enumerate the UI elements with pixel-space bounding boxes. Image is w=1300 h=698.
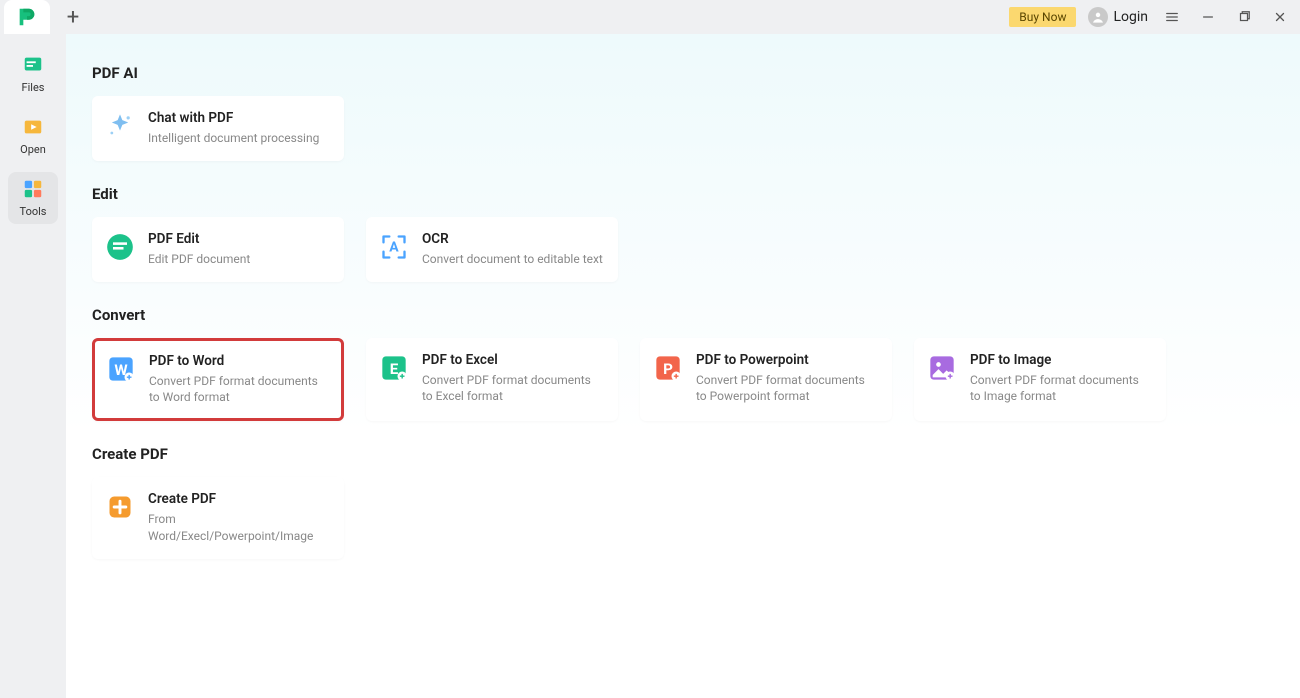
titlebar-right: Buy Now Login [1009, 5, 1292, 29]
row-create: Create PDF From Word/Execl/Powerpoint/Im… [92, 477, 1276, 559]
sidebar-item-label: Files [22, 81, 45, 94]
row-pdf-ai: Chat with PDF Intelligent document proce… [92, 96, 1276, 161]
avatar-icon [1088, 7, 1108, 27]
ocr-icon: A [380, 233, 408, 261]
image-icon [928, 354, 956, 382]
app-logo-icon [16, 6, 38, 28]
card-title: PDF to Image [970, 352, 1152, 368]
section-title-edit: Edit [92, 185, 1276, 203]
svg-text:P: P [663, 359, 673, 377]
card-desc: Convert PDF format documents to Excel fo… [422, 372, 604, 406]
card-pdf-to-image[interactable]: PDF to Image Convert PDF format document… [914, 338, 1166, 422]
card-text: Chat with PDF Intelligent document proce… [148, 110, 319, 147]
card-text: PDF to Powerpoint Convert PDF format doc… [696, 352, 878, 408]
section-title-create: Create PDF [92, 445, 1276, 463]
pdf-edit-icon [106, 233, 134, 261]
hamburger-menu-icon[interactable] [1160, 5, 1184, 29]
card-pdf-to-excel[interactable]: E PDF to Excel Convert PDF format docume… [366, 338, 618, 422]
card-desc: Convert document to editable text [422, 251, 603, 268]
card-pdf-to-powerpoint[interactable]: P PDF to Powerpoint Convert PDF format d… [640, 338, 892, 422]
sidebar: Files Open Tools [0, 34, 66, 698]
card-text: OCR Convert document to editable text [422, 231, 603, 268]
card-title: OCR [422, 231, 603, 247]
svg-text:A: A [389, 239, 399, 255]
card-chat-with-pdf[interactable]: Chat with PDF Intelligent document proce… [92, 96, 344, 161]
card-pdf-to-word[interactable]: W PDF to Word Convert PDF format documen… [92, 338, 344, 422]
sidebar-item-label: Open [20, 143, 46, 156]
card-title: PDF to Word [149, 353, 329, 369]
maximize-button[interactable] [1232, 5, 1256, 29]
svg-text:E: E [390, 359, 399, 377]
sidebar-item-files[interactable]: Files [8, 48, 58, 100]
titlebar: + Buy Now Login [0, 0, 1300, 34]
sidebar-item-tools[interactable]: Tools [8, 172, 58, 224]
app-tab[interactable] [4, 0, 50, 34]
row-edit: PDF Edit Edit PDF document A OCR Convert… [92, 217, 1276, 282]
sidebar-item-open[interactable]: Open [8, 110, 58, 162]
card-title: Create PDF [148, 491, 330, 507]
main-content: PDF AI Chat with PDF Intelligent documen… [66, 34, 1300, 698]
create-pdf-icon [106, 493, 134, 521]
card-title: PDF to Powerpoint [696, 352, 878, 368]
card-text: Create PDF From Word/Execl/Powerpoint/Im… [148, 491, 330, 545]
card-pdf-edit[interactable]: PDF Edit Edit PDF document [92, 217, 344, 282]
minimize-button[interactable] [1196, 5, 1220, 29]
open-icon [22, 116, 44, 138]
login-label: Login [1113, 9, 1148, 25]
files-icon [22, 54, 44, 76]
sidebar-item-label: Tools [20, 205, 47, 218]
tools-icon [22, 178, 44, 200]
card-text: PDF to Word Convert PDF format documents… [149, 353, 329, 407]
card-ocr[interactable]: A OCR Convert document to editable text [366, 217, 618, 282]
new-tab-button[interactable]: + [58, 2, 88, 32]
section-title-convert: Convert [92, 306, 1276, 324]
tabs-left: + [0, 0, 88, 34]
card-title: PDF to Excel [422, 352, 604, 368]
card-desc: Convert PDF format documents to Image fo… [970, 372, 1152, 406]
card-title: PDF Edit [148, 231, 250, 247]
sparkle-icon [106, 112, 134, 140]
row-convert: W PDF to Word Convert PDF format documen… [92, 338, 1276, 422]
card-create-pdf[interactable]: Create PDF From Word/Execl/Powerpoint/Im… [92, 477, 344, 559]
card-title: Chat with PDF [148, 110, 319, 126]
powerpoint-icon: P [654, 354, 682, 382]
card-text: PDF to Excel Convert PDF format document… [422, 352, 604, 408]
section-title-pdf-ai: PDF AI [92, 64, 1276, 82]
card-desc: Edit PDF document [148, 251, 250, 268]
card-text: PDF to Image Convert PDF format document… [970, 352, 1152, 408]
close-button[interactable] [1268, 5, 1292, 29]
card-desc: Convert PDF format documents to Word for… [149, 373, 329, 407]
word-icon: W [107, 355, 135, 383]
card-desc: Convert PDF format documents to Powerpoi… [696, 372, 878, 406]
body-wrap: Files Open Tools PDF AI [0, 34, 1300, 698]
buy-now-button[interactable]: Buy Now [1009, 7, 1076, 27]
excel-icon: E [380, 354, 408, 382]
card-text: PDF Edit Edit PDF document [148, 231, 250, 268]
login-button[interactable]: Login [1088, 7, 1148, 27]
card-desc: Intelligent document processing [148, 130, 319, 147]
card-desc: From Word/Execl/Powerpoint/Image [148, 511, 330, 545]
